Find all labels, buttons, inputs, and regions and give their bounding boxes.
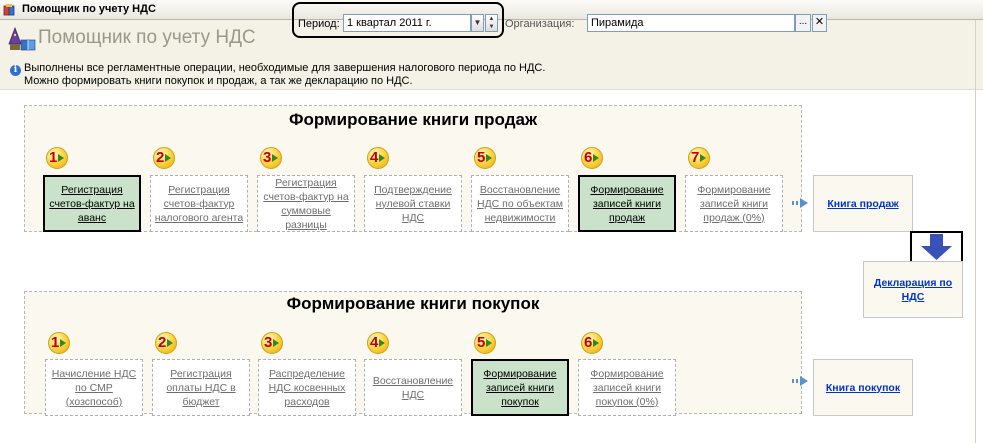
period-dropdown-button[interactable]: ▼	[471, 14, 484, 32]
sales-book-link[interactable]: Книга продаж	[813, 175, 913, 232]
green-arrow-icon	[700, 154, 706, 162]
sales-step-7-marker: 7	[688, 147, 712, 169]
book-icon	[3, 4, 15, 16]
organization-label: Организация:	[505, 18, 575, 30]
purchases-step-5-marker: 5	[474, 332, 498, 354]
green-arrow-icon	[593, 154, 599, 162]
sales-step-6-button[interactable]: Формирование записей книги продаж	[578, 175, 676, 232]
organization-field[interactable]: Пирамида	[587, 14, 795, 32]
period-label: Период:	[298, 18, 340, 30]
period-spin-button[interactable]: ▲ ▼	[485, 14, 498, 32]
chevron-down-icon: ▼	[473, 18, 482, 27]
green-arrow-icon	[273, 339, 279, 347]
green-arrow-icon	[486, 154, 492, 162]
purchases-step-2-marker: 2	[155, 332, 179, 354]
info-text-line2: Можно формировать книги покупок и продаж…	[24, 75, 413, 87]
purchases-book-link[interactable]: Книга покупок	[813, 359, 913, 416]
purchases-step-3-button[interactable]: Распределение НДС косвенных расходов	[258, 359, 356, 416]
sales-section-title: Формирование книги продаж	[288, 110, 538, 129]
down-arrow-icon	[921, 234, 952, 260]
sales-step-6-marker: 6	[581, 147, 605, 169]
declaration-link[interactable]: Декларация по НДС	[863, 261, 963, 318]
spin-down-icon: ▼	[488, 24, 495, 30]
sales-step-4-button[interactable]: Подтверждение нулевой ставки НДС	[364, 175, 462, 232]
flow-arrow-icon	[792, 198, 810, 208]
sales-step-2-button[interactable]: Регистрация счетов-фактур налогового аге…	[150, 175, 248, 232]
sales-step-4-marker: 4	[367, 147, 391, 169]
purchases-step-5-button[interactable]: Формирование записей книги покупок	[471, 359, 569, 416]
green-arrow-icon	[165, 154, 171, 162]
purchases-step-1-marker: 1	[48, 332, 72, 354]
page-title: Помощник по учету НДС	[38, 27, 256, 48]
purchases-section-title: Формирование книги покупок	[286, 294, 540, 313]
organization-clear-button[interactable]: ✕	[812, 14, 827, 32]
purchases-step-2-button[interactable]: Регистрация оплаты НДС в бюджет	[152, 359, 250, 416]
sales-step-1-marker: 1	[46, 147, 70, 169]
info-text-line1: Выполнены все регламентные операции, нео…	[24, 62, 546, 74]
purchases-step-3-marker: 3	[261, 332, 285, 354]
purchases-step-6-marker: 6	[581, 332, 605, 354]
window-title: Помощник по учету НДС	[22, 3, 156, 15]
period-field[interactable]: 1 квартал 2011 г.	[343, 14, 471, 32]
sales-step-2-marker: 2	[153, 147, 177, 169]
sales-step-1-button[interactable]: Регистрация счетов-фактур на аванс	[43, 175, 141, 232]
spin-up-icon: ▲	[488, 16, 495, 22]
sales-step-7-button[interactable]: Формирование записей книги продаж (0%)	[685, 175, 783, 232]
green-arrow-icon	[58, 154, 64, 162]
right-divider	[975, 20, 976, 443]
purchases-step-4-marker: 4	[367, 332, 391, 354]
green-arrow-icon	[379, 339, 385, 347]
info-bar: i Выполнены все регламентные операции, н…	[0, 60, 983, 90]
flow-arrow-icon	[792, 376, 810, 386]
sales-step-5-button[interactable]: Восстановление НДС по объектам недвижимо…	[471, 175, 569, 232]
green-arrow-icon	[486, 339, 492, 347]
green-arrow-icon	[272, 154, 278, 162]
green-arrow-icon	[60, 339, 66, 347]
wizard-book-icon	[8, 26, 36, 51]
purchases-step-6-button[interactable]: Формирование записей книги покупок (0%)	[578, 359, 676, 416]
green-arrow-icon	[167, 339, 173, 347]
sales-step-5-marker: 5	[474, 147, 498, 169]
purchases-step-1-button[interactable]: Начисление НДС по СМР (хозспособ)	[45, 359, 143, 416]
sales-step-3-button[interactable]: Регистрация счетов-фактур на суммовые ра…	[257, 175, 355, 232]
green-arrow-icon	[593, 339, 599, 347]
purchases-step-4-button[interactable]: Восстановление НДС	[364, 359, 462, 416]
down-arrow-box	[910, 231, 963, 263]
sales-step-3-marker: 3	[260, 147, 284, 169]
organization-select-button[interactable]: ...	[795, 14, 811, 32]
green-arrow-icon	[379, 154, 385, 162]
info-icon: i	[10, 65, 21, 76]
